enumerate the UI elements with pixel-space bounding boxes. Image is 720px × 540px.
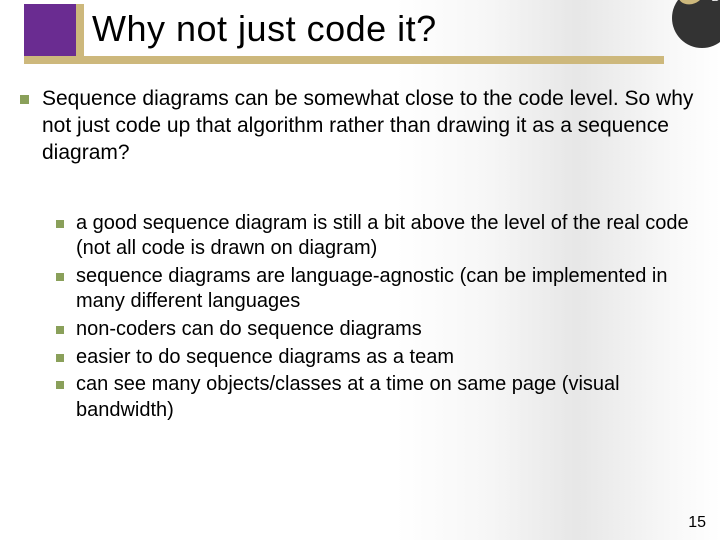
title-accent-bar-vertical bbox=[76, 4, 84, 64]
square-bullet-icon bbox=[56, 273, 64, 281]
slide-body: Sequence diagrams can be somewhat close … bbox=[16, 86, 704, 510]
page-number: 15 bbox=[688, 514, 706, 532]
slide: S Why not just code it? Sequence diagram… bbox=[0, 0, 720, 540]
list-item: sequence diagrams are language-agnostic … bbox=[52, 264, 704, 315]
list-item: non-coders can do sequence diagrams bbox=[52, 317, 704, 343]
title-area: Why not just code it? bbox=[24, 4, 700, 70]
list-item-text: can see many objects/classes at a time o… bbox=[76, 373, 620, 421]
square-bullet-icon bbox=[56, 354, 64, 362]
square-bullet-icon bbox=[56, 220, 64, 228]
square-bullet-icon bbox=[20, 95, 29, 104]
sub-points-list: a good sequence diagram is still a bit a… bbox=[52, 211, 704, 424]
square-bullet-icon bbox=[56, 381, 64, 389]
intro-text: Sequence diagrams can be somewhat close … bbox=[42, 87, 693, 164]
intro-paragraph: Sequence diagrams can be somewhat close … bbox=[16, 86, 704, 167]
list-item: can see many objects/classes at a time o… bbox=[52, 372, 704, 423]
logo-letter: S bbox=[711, 0, 720, 6]
list-item-text: sequence diagrams are language-agnostic … bbox=[76, 265, 667, 313]
title-accent-bar-horizontal bbox=[24, 56, 664, 64]
list-item: easier to do sequence diagrams as a team bbox=[52, 345, 704, 371]
list-item-text: easier to do sequence diagrams as a team bbox=[76, 346, 454, 368]
list-item-text: non-coders can do sequence diagrams bbox=[76, 318, 422, 340]
list-item-text: a good sequence diagram is still a bit a… bbox=[76, 212, 689, 260]
square-bullet-icon bbox=[56, 326, 64, 334]
title-accent-square bbox=[24, 4, 76, 56]
page-title: Why not just code it? bbox=[92, 8, 437, 50]
list-item: a good sequence diagram is still a bit a… bbox=[52, 211, 704, 262]
